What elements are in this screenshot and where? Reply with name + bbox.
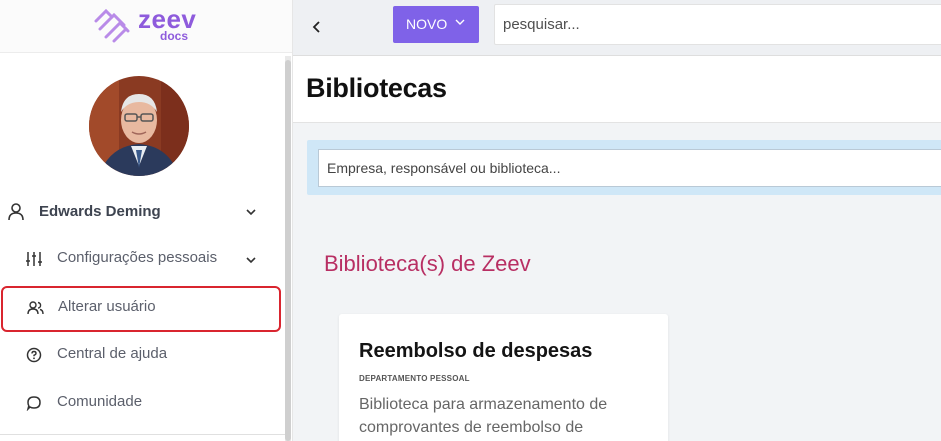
- avatar[interactable]: [89, 76, 189, 176]
- filter-box: [318, 149, 941, 187]
- library-filter-input[interactable]: [319, 150, 941, 186]
- chevron-left-icon[interactable]: [307, 17, 327, 37]
- zeev-logo-icon: [94, 8, 130, 43]
- sidebar-item-label: Central de ajuda: [57, 345, 168, 362]
- sidebar-item-label: Comunidade: [57, 393, 143, 410]
- filter-panel: [307, 140, 941, 195]
- sidebar-item-label: Alterar usuário: [58, 298, 156, 315]
- new-button[interactable]: NOVO: [393, 6, 479, 43]
- new-button-label: NOVO: [406, 16, 448, 32]
- main-content: Biblioteca(s) de Zeev Reembolso de despe…: [293, 123, 941, 441]
- users-icon: [27, 301, 44, 315]
- page-header: Bibliotecas: [293, 57, 941, 123]
- user-menu-toggle[interactable]: Edwards Deming: [0, 196, 280, 228]
- library-card-title: Reembolso de despesas: [359, 340, 593, 362]
- sidebar-scrollbar-thumb[interactable]: [285, 60, 291, 441]
- logo-subtitle: docs: [160, 29, 189, 43]
- library-card[interactable]: Reembolso de despesas DEPARTAMENTO PESSO…: [339, 314, 668, 441]
- app-root: zeev docs Edwards Deming Configurações p…: [0, 0, 941, 441]
- section-title: Biblioteca(s) de Zeev: [324, 251, 531, 276]
- sidebar-item-central-de-ajuda[interactable]: Central de ajuda: [0, 332, 280, 378]
- chat-bubble-icon: [26, 396, 41, 411]
- chevron-down-icon: [246, 209, 256, 216]
- chevron-down-icon: [246, 257, 256, 264]
- sliders-icon: [26, 252, 42, 266]
- global-search: [494, 4, 941, 45]
- search-input[interactable]: [495, 5, 941, 44]
- sidebar-item-configuracoes[interactable]: Configurações pessoais: [0, 236, 280, 282]
- sidebar-item-comunidade[interactable]: Comunidade: [0, 380, 280, 426]
- sidebar-item-alterar-usuario[interactable]: Alterar usuário: [1, 286, 281, 332]
- user-icon: [8, 203, 24, 221]
- page-title: Bibliotecas: [306, 73, 447, 103]
- logo-area[interactable]: zeev docs: [0, 0, 292, 53]
- library-card-description: Biblioteca para armazenamento de comprov…: [359, 396, 608, 436]
- sidebar-item-label: Configurações pessoais: [57, 249, 218, 266]
- library-card-department: DEPARTAMENTO PESSOAL: [359, 374, 470, 383]
- chevron-down-icon: [455, 19, 465, 25]
- user-name: Edwards Deming: [39, 203, 161, 220]
- avatar-image: [89, 76, 189, 176]
- topbar: NOVO: [293, 0, 941, 56]
- help-circle-icon: [26, 347, 42, 363]
- sidebar: zeev docs Edwards Deming Configurações p…: [0, 0, 293, 441]
- divider: [0, 434, 285, 435]
